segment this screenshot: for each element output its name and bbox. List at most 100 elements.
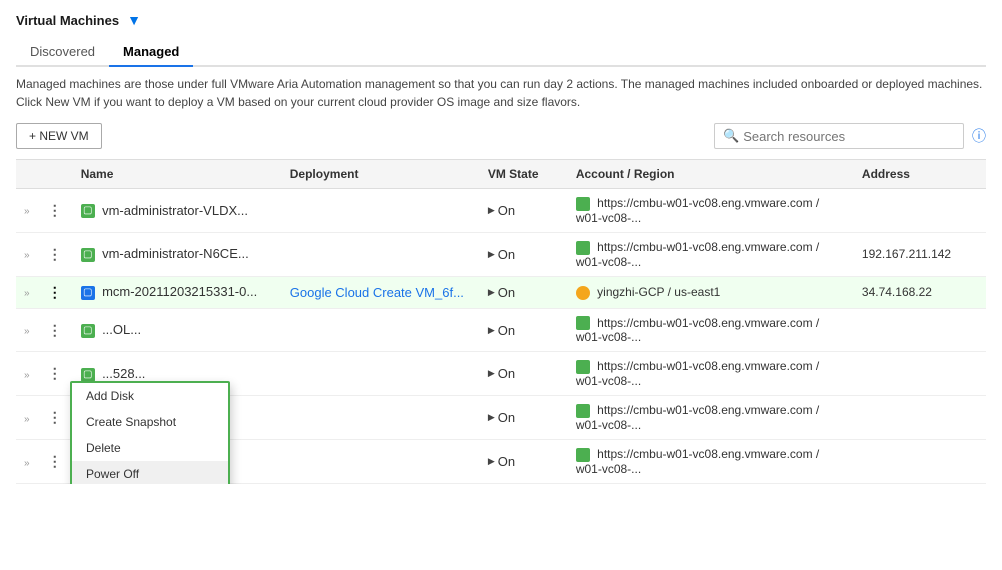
expand-button[interactable]: » [24,206,30,217]
state-cell: ▶ On [480,396,568,440]
col-name-header: Name [73,160,282,189]
vm-name: vm-administrator-N6CE... [102,246,249,261]
expand-button[interactable]: » [24,370,30,381]
page-title-area: Virtual Machines ▼ [16,12,986,28]
tabs-container: Discovered Managed [16,38,986,67]
address-cell [854,440,986,484]
vm-name-cell: ▢ mcm-20211203215331-0... [73,276,282,308]
account-cell: https://cmbu-w01-vc08.eng.vmware.com / w… [568,352,854,396]
row-actions-button[interactable]: ⋮ [48,202,62,218]
row-actions-button[interactable]: ⋮ [48,453,62,469]
state-cell: ▶ On [480,232,568,276]
account-icon [576,404,590,418]
context-menu-power-off[interactable]: Power Off [72,461,228,484]
search-area: 🔍 ⓘ [714,123,986,149]
vm-name-cell: ▢ vm-administrator-VLDX... [73,189,282,233]
context-menu-delete[interactable]: Delete [72,435,228,461]
context-menu-add-disk[interactable]: Add Disk [72,383,228,409]
account-icon [576,448,590,462]
account-cell: https://cmbu-w01-vc08.eng.vmware.com / w… [568,189,854,233]
vm-icon: ▢ [81,324,95,338]
toolbar: + NEW VM 🔍 ⓘ [16,123,986,149]
play-icon: ▶ [488,412,495,423]
deployment-cell [282,440,480,484]
context-menu: Add Disk Create Snapshot Delete Power Of… [70,381,230,484]
play-icon: ▶ [488,249,495,260]
vm-icon: ▢ [81,248,95,262]
row-actions-button[interactable]: ⋮ [48,246,62,262]
table-row: » ⋮ ▢ vm-administrator-VLDX... ▶ On http… [16,189,986,233]
address-cell: 34.74.168.22 [854,276,986,308]
account-cell: yingzhi-GCP / us-east1 [568,276,854,308]
table-row: » ⋮ ▢ ...OL... ▶ On https://cmbu-w01-vc0… [16,308,986,352]
filter-icon[interactable]: ▼ [127,12,141,28]
state-cell: ▶ On [480,308,568,352]
vm-name: ...OL... [102,322,141,337]
account-icon [576,241,590,255]
gcp-icon [576,286,590,300]
address-cell: 192.167.211.142 [854,232,986,276]
expand-button[interactable]: » [24,250,30,261]
address-cell [854,396,986,440]
vm-name: ...528... [102,366,145,381]
tab-managed[interactable]: Managed [109,38,193,67]
vm-name-cell: ▢ vm-administrator-N6CE... [73,232,282,276]
deployment-cell [282,308,480,352]
account-icon [576,197,590,211]
table-container: Name Deployment VM State Account / Regio… [16,159,986,484]
search-box: 🔍 [714,123,964,149]
play-icon: ▶ [488,205,495,216]
play-icon: ▶ [488,456,495,467]
address-cell [854,352,986,396]
info-icon[interactable]: ⓘ [972,126,986,146]
row-actions-button[interactable]: ⋮ [48,365,62,381]
state-cell: ▶ On [480,189,568,233]
context-menu-create-snapshot[interactable]: Create Snapshot [72,409,228,435]
new-vm-button[interactable]: + NEW VM [16,123,102,149]
table-row: » ⋮ ▢ vm-administrator-N6CE... ▶ On http… [16,232,986,276]
deployment-cell [282,396,480,440]
address-cell [854,308,986,352]
state-cell: ▶ On [480,352,568,396]
page-container: Virtual Machines ▼ Discovered Managed Ma… [0,0,1002,496]
expand-button[interactable]: » [24,414,30,425]
play-icon: ▶ [488,368,495,379]
vm-icon: ▢ [81,368,95,382]
col-deployment-header: Deployment [282,160,480,189]
search-input[interactable] [743,129,955,144]
page-description: Managed machines are those under full VM… [16,75,986,111]
deployment-cell [282,189,480,233]
account-cell: https://cmbu-w01-vc08.eng.vmware.com / w… [568,396,854,440]
table-row: » ⋮ ▢ mcm-20211203215331-0... Google Clo… [16,276,986,308]
search-icon: 🔍 [723,128,739,144]
play-icon: ▶ [488,325,495,336]
deployment-cell [282,232,480,276]
vm-name: mcm-20211203215331-0... [102,284,257,299]
deployment-cell: Google Cloud Create VM_6f... [282,276,480,308]
row-actions-button[interactable]: ⋮ [48,409,62,425]
row-actions-button[interactable]: ⋮ [48,322,62,338]
vm-icon: ▢ [81,204,95,218]
account-icon [576,316,590,330]
col-account-header: Account / Region [568,160,854,189]
state-cell: ▶ On [480,276,568,308]
expand-button[interactable]: » [24,288,30,299]
col-actions-header [40,160,73,189]
col-address-header: Address [854,160,986,189]
state-cell: ▶ On [480,440,568,484]
expand-button[interactable]: » [24,326,30,337]
address-cell [854,189,986,233]
tab-discovered[interactable]: Discovered [16,38,109,67]
page-title: Virtual Machines [16,13,119,28]
play-icon: ▶ [488,287,495,298]
account-cell: https://cmbu-w01-vc08.eng.vmware.com / w… [568,308,854,352]
vm-name: vm-administrator-VLDX... [102,203,248,218]
row-actions-button[interactable]: ⋮ [48,284,62,300]
deployment-cell [282,352,480,396]
table-header-row: Name Deployment VM State Account / Regio… [16,160,986,189]
col-state-header: VM State [480,160,568,189]
col-expand-header [16,160,40,189]
account-cell: https://cmbu-w01-vc08.eng.vmware.com / w… [568,440,854,484]
deployment-link[interactable]: Google Cloud Create VM_6f... [290,285,464,300]
expand-button[interactable]: » [24,458,30,469]
